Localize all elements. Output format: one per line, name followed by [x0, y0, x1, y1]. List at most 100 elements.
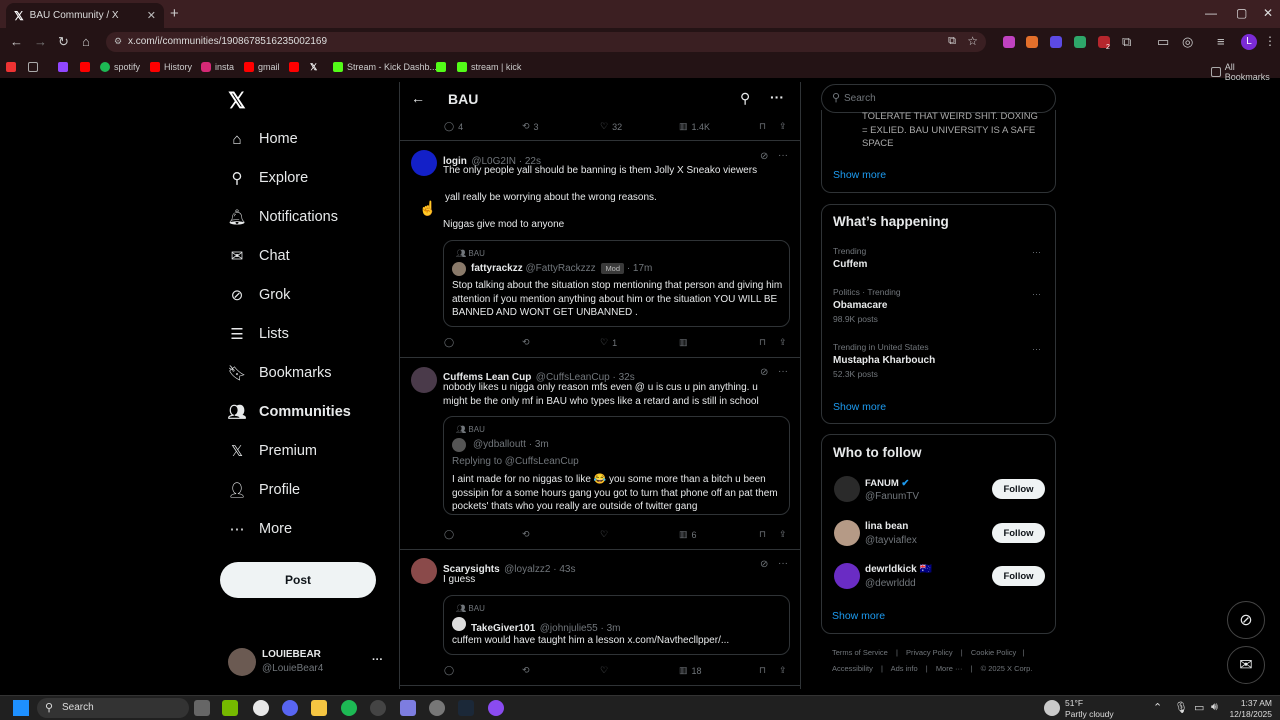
quoted-tweet[interactable]: 👥︎ BAU fattyrackzz @FattyRackzzz Mod · 1… — [443, 240, 790, 327]
bookmark-icon[interactable]: ⊓ — [759, 121, 766, 132]
grok-icon[interactable]: ⊘ — [760, 559, 768, 570]
extensions-icon[interactable]: ⧉ — [1122, 34, 1131, 50]
bookmark-stream-kick[interactable]: stream | kick — [457, 62, 521, 72]
nav-lists[interactable]: ☰ Lists — [228, 325, 289, 343]
browser-tab[interactable]: 𝕏 BAU Community / X ✕ — [6, 3, 164, 28]
heart-icon[interactable]: ♡ — [600, 665, 608, 676]
reply-icon[interactable]: ◯ — [444, 337, 454, 348]
nav-premium[interactable]: 𝕏 Premium — [228, 442, 317, 460]
spotify-icon[interactable] — [341, 700, 357, 716]
back-icon[interactable]: ← — [10, 34, 23, 49]
kick-bookmark-icon[interactable] — [436, 62, 446, 72]
share-icon[interactable]: ⇪ — [779, 529, 787, 540]
more-dots-icon[interactable]: ··· — [1032, 344, 1041, 354]
grok-icon[interactable]: ⊘ — [760, 151, 768, 162]
more-dots-icon[interactable]: ··· — [770, 89, 784, 105]
views-icon[interactable]: ▥ — [679, 337, 688, 348]
back-arrow-icon[interactable]: ← — [411, 90, 425, 106]
trend-item[interactable]: Trending in United States Mustapha Kharb… — [833, 342, 935, 379]
repost-icon[interactable]: ⟲ — [522, 529, 530, 540]
youtube-bookmark-icon[interactable] — [289, 62, 299, 72]
settings-gear-icon[interactable] — [429, 700, 445, 716]
footer-link[interactable]: Terms of Service — [832, 648, 888, 657]
more-dots-icon[interactable]: ··· — [1032, 289, 1041, 299]
forward-icon[interactable]: → — [34, 34, 47, 49]
nav-notifications[interactable]: 🔔︎ Notifications — [227, 208, 338, 226]
avatar[interactable] — [411, 150, 437, 176]
volume-icon[interactable]: 🔊︎ — [1211, 701, 1218, 714]
obs-icon[interactable] — [370, 700, 386, 716]
url-field[interactable]: ⚙ x.com/i/communities/190867851623500216… — [106, 32, 986, 52]
clock-time[interactable]: 1:37 AM — [1232, 698, 1272, 708]
menu-dots-icon[interactable]: ⋮ — [1264, 34, 1276, 48]
share-icon[interactable]: ⇪ — [779, 665, 787, 676]
nav-more[interactable]: ⋯ More — [228, 520, 293, 538]
extension-icon[interactable] — [1074, 36, 1086, 48]
extension-icon[interactable] — [1003, 36, 1015, 48]
author-handle[interactable]: @loyalzz2 · 43s — [504, 564, 575, 575]
bookmark-star-icon[interactable]: ☆ — [967, 34, 978, 48]
like-action[interactable]: ♡ 1 — [600, 337, 617, 348]
show-more-link[interactable]: Show more — [832, 610, 885, 622]
avatar[interactable] — [228, 648, 256, 676]
repost-icon[interactable]: ⟲ — [522, 665, 530, 676]
all-bookmarks[interactable]: All Bookmarks — [1211, 62, 1280, 82]
show-more-link[interactable]: Show more — [833, 169, 886, 181]
bookmark-icon[interactable]: ⊓ — [759, 529, 766, 540]
extension-icon[interactable] — [1050, 36, 1062, 48]
repost-action[interactable]: ⟲ 3 — [522, 121, 539, 132]
nav-chat[interactable]: ✉ Chat — [228, 247, 290, 265]
nvidia-icon[interactable] — [222, 700, 238, 716]
window-close-icon[interactable]: ✕ — [1263, 6, 1273, 20]
messages-float-button[interactable]: ✉ — [1227, 646, 1265, 684]
bookmark-gmail[interactable]: gmail — [244, 62, 280, 72]
follow-button[interactable]: Follow — [992, 566, 1045, 586]
follow-name[interactable]: lina bean — [865, 521, 908, 532]
media-icon[interactable]: ≡ — [1217, 34, 1225, 49]
screenshot-icon[interactable]: ◎ — [1182, 34, 1193, 50]
app-icon[interactable] — [488, 700, 504, 716]
grid-icon[interactable] — [28, 62, 38, 72]
new-tab-icon[interactable]: + — [170, 5, 179, 22]
apps-icon[interactable] — [6, 62, 16, 72]
bookmark-icon[interactable]: ⊓ — [759, 665, 766, 676]
views-action[interactable]: ▥ 1.4K — [679, 121, 710, 132]
bookmark-history[interactable]: History — [150, 62, 192, 72]
site-info-icon[interactable]: ⚙ — [114, 36, 122, 47]
follow-name[interactable]: dewrldkick 🇦🇺 — [865, 564, 932, 575]
follow-name[interactable]: FANUM ✔ — [865, 478, 909, 489]
avatar[interactable] — [834, 520, 860, 546]
microphone-icon[interactable]: 🎙︎ — [1174, 701, 1188, 714]
avatar[interactable] — [834, 476, 860, 502]
windows-start-icon[interactable] — [13, 700, 29, 716]
reply-icon[interactable]: ◯ — [444, 529, 454, 540]
heart-icon[interactable]: ♡ — [600, 529, 608, 540]
search-input[interactable]: ⚲ Search — [821, 84, 1056, 113]
grok-float-button[interactable]: ⊘ — [1227, 601, 1265, 639]
bookmark-icon[interactable]: ⊓ — [759, 337, 766, 348]
search-icon[interactable]: ⚲ — [740, 90, 750, 107]
network-icon[interactable]: ▭ — [1194, 701, 1204, 714]
maximize-icon[interactable]: ▢ — [1236, 6, 1247, 20]
views-action[interactable]: ▥ 18 — [679, 665, 702, 676]
bookmark-kick-dashboard[interactable]: Stream - Kick Dashb... — [333, 62, 437, 72]
share-icon[interactable]: ⇪ — [779, 121, 787, 132]
sidepanel-icon[interactable]: ▭ — [1157, 34, 1169, 50]
home-icon[interactable]: ⌂ — [82, 34, 90, 49]
trend-item[interactable]: Politics · Trending Obamacare 98.9K post… — [833, 287, 901, 324]
task-view-icon[interactable] — [194, 700, 210, 716]
steam-icon[interactable] — [458, 700, 474, 716]
nav-profile[interactable]: 👤︎ Profile — [227, 481, 300, 499]
close-tab-icon[interactable]: ✕ — [147, 9, 156, 22]
nav-explore[interactable]: ⚲ Explore — [228, 169, 309, 187]
nav-home[interactable]: ⌂ Home — [228, 130, 297, 148]
reload-icon[interactable]: ↻ — [58, 34, 69, 50]
weather-icon[interactable] — [1044, 700, 1060, 716]
footer-link[interactable]: Ads info — [891, 664, 918, 673]
game-icon[interactable] — [400, 700, 416, 716]
avatar[interactable] — [834, 563, 860, 589]
footer-link[interactable]: Cookie Policy — [971, 648, 1016, 657]
x-bookmark-icon[interactable]: 𝕏 — [310, 62, 317, 73]
share-icon[interactable]: ⇪ — [779, 337, 787, 348]
grok-icon[interactable]: ⊘ — [760, 367, 768, 378]
